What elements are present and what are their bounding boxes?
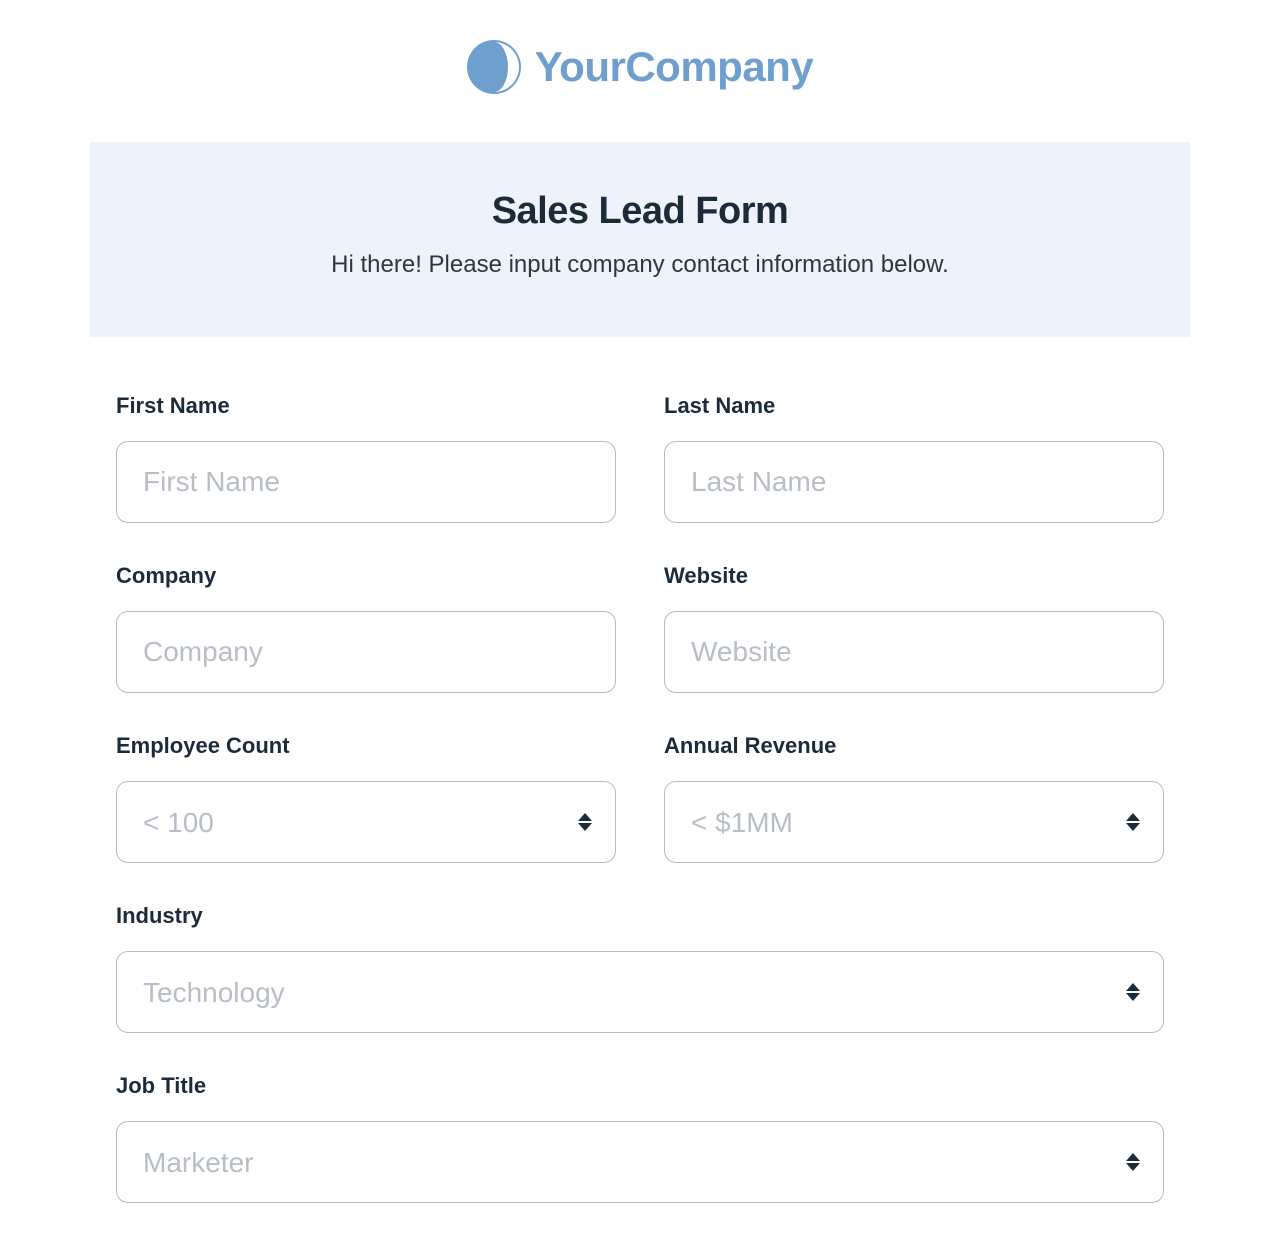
employee-count-select[interactable]: < 100 (116, 781, 616, 863)
company-label: Company (116, 563, 616, 589)
employee-count-label: Employee Count (116, 733, 616, 759)
globe-icon (467, 40, 521, 94)
form-subtitle: Hi there! Please input company contact i… (110, 251, 1170, 279)
last-name-input[interactable] (664, 441, 1164, 523)
company-input[interactable] (116, 611, 616, 693)
annual-revenue-label: Annual Revenue (664, 733, 1164, 759)
form-body: First Name Last Name Company Website Emp… (90, 393, 1190, 1203)
first-name-label: First Name (116, 393, 616, 419)
first-name-input[interactable] (116, 441, 616, 523)
logo-text: YourCompany (535, 43, 813, 91)
website-label: Website (664, 563, 1164, 589)
logo-section: YourCompany (90, 40, 1190, 94)
last-name-label: Last Name (664, 393, 1164, 419)
annual-revenue-select[interactable]: < $1MM (664, 781, 1164, 863)
job-title-label: Job Title (116, 1073, 1164, 1099)
industry-label: Industry (116, 903, 1164, 929)
form-header-banner: Sales Lead Form Hi there! Please input c… (90, 142, 1190, 337)
form-title: Sales Lead Form (110, 190, 1170, 233)
website-input[interactable] (664, 611, 1164, 693)
job-title-select[interactable]: Marketer (116, 1121, 1164, 1203)
industry-select[interactable]: Technology (116, 951, 1164, 1033)
